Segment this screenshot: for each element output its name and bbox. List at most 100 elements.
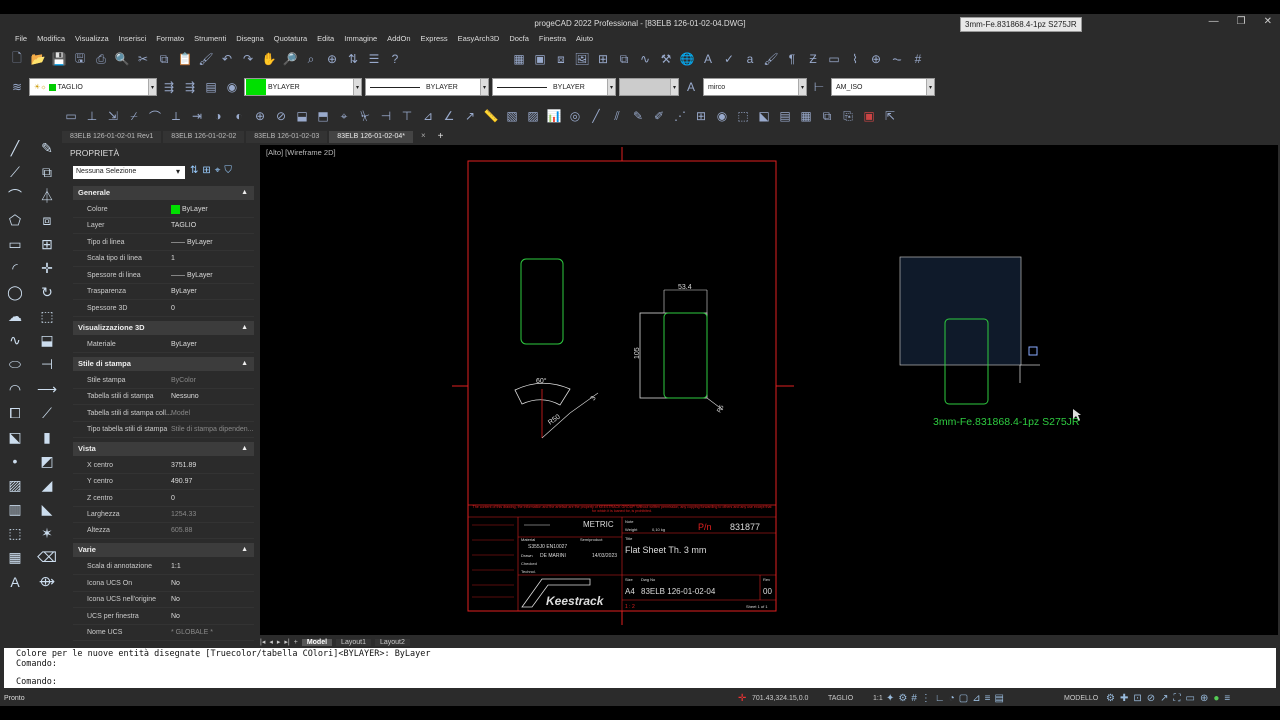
model-space-toggle[interactable]: MODELLO	[1064, 695, 1098, 702]
redo-icon[interactable]: ↷	[239, 50, 257, 68]
chart-icon[interactable]: 📊	[545, 107, 563, 125]
add-icon[interactable]: ⊕	[251, 107, 269, 125]
grid-icon[interactable]: #	[909, 50, 927, 68]
menu-immagine[interactable]: Immagine	[339, 33, 382, 45]
menu-docfa[interactable]: Docfa	[504, 33, 534, 45]
scale-icon[interactable]: ⬚	[38, 308, 56, 326]
match-props-icon[interactable]: 🖌	[197, 50, 215, 68]
section-vis3d[interactable]: Visualizzazione 3D ▲	[73, 321, 254, 335]
doc-tab-active[interactable]: 83ELB 126-01-02-04*	[329, 131, 413, 143]
bulk-icon[interactable]: ▤	[776, 107, 794, 125]
color-wheel-icon[interactable]: ◉	[223, 78, 241, 96]
list-icon[interactable]: ☰	[365, 50, 383, 68]
layer-manager-icon[interactable]: ≋	[8, 78, 26, 96]
red-square-icon[interactable]: ▣	[860, 107, 878, 125]
selection-combo[interactable]: Nessuna Selezione	[73, 166, 185, 179]
zoom-window-icon[interactable]: ⌕	[302, 50, 320, 68]
pages-icon[interactable]: ⧉	[818, 107, 836, 125]
scale-icon[interactable]: ⊘	[272, 107, 290, 125]
lineweight-icon[interactable]: ≡	[985, 693, 991, 704]
section-stampa[interactable]: Stile di stampa ▲	[73, 357, 254, 371]
line-tool-icon[interactable]: ╱	[587, 107, 605, 125]
region-icon[interactable]: ⬚	[6, 525, 24, 543]
export-icon[interactable]: ⇱	[881, 107, 899, 125]
polar-icon[interactable]: ◔	[949, 693, 955, 704]
paste-icon[interactable]: 📋	[176, 50, 194, 68]
prop-row[interactable]: UCS per finestra No	[73, 609, 254, 625]
layer-combo[interactable]: ☀☼ TAGLIO ▾	[29, 78, 157, 96]
menu-addon[interactable]: AddOn	[382, 33, 415, 45]
prop-row[interactable]: Tabella stili di stampa Nessuno	[73, 389, 254, 405]
close-icon[interactable]: ✕	[1264, 16, 1272, 27]
layout-icon[interactable]: ▭	[1186, 693, 1195, 704]
first-tab-icon[interactable]: |◂	[260, 638, 265, 646]
find-text-icon[interactable]: a	[741, 50, 759, 68]
dim-linear-icon[interactable]: ⊤	[398, 107, 416, 125]
linetype-combo[interactable]: BYLAYER ▾	[365, 78, 489, 96]
insert-block-icon[interactable]: ▣	[531, 50, 549, 68]
prop-row[interactable]: Scala di annotazione 1:1	[73, 559, 254, 575]
osnap-icon[interactable]: ▢	[959, 693, 968, 704]
customize-icon[interactable]: ≡	[1224, 693, 1230, 704]
print-icon[interactable]: ⎙	[92, 50, 110, 68]
make-block-icon[interactable]: ⬕	[6, 428, 24, 446]
grid2-icon[interactable]: ▦	[797, 107, 815, 125]
extend-icon[interactable]: ⇥	[188, 107, 206, 125]
menu-quotatura[interactable]: Quotatura	[269, 33, 312, 45]
add-layout-icon[interactable]: +	[294, 639, 298, 646]
prop-row[interactable]: Spessore di linea —— ByLayer	[73, 268, 254, 284]
ellipse-arc-icon[interactable]: ◠	[6, 380, 24, 398]
grip-handle[interactable]	[1028, 346, 1038, 356]
hatch-icon[interactable]: ▧	[503, 107, 521, 125]
tab-layout1[interactable]: Layout1	[336, 638, 371, 646]
text-style-icon[interactable]: A	[682, 78, 700, 96]
quick-select-icon[interactable]: ⌖	[215, 165, 221, 176]
arc2-icon[interactable]: ◜	[6, 259, 24, 277]
prop-row[interactable]: Materiale ByLayer	[73, 337, 254, 353]
spline-icon[interactable]: ∿	[6, 332, 24, 350]
chamfer-icon[interactable]: ◩	[38, 452, 56, 470]
match-icon[interactable]: ⟴	[38, 573, 56, 591]
ruler-icon[interactable]: 📏	[482, 107, 500, 125]
hardware-icon[interactable]: ⊘	[1147, 693, 1155, 704]
prop-row[interactable]: Colore ByLayer	[73, 202, 254, 218]
menu-express[interactable]: Express	[416, 33, 453, 45]
insert-block-icon[interactable]: ⧠	[6, 404, 24, 422]
snap-icon[interactable]: ⌖	[335, 107, 353, 125]
next-tab-icon[interactable]: ▸	[277, 638, 281, 646]
array-icon[interactable]: ⬓	[293, 107, 311, 125]
section-generale[interactable]: Generale ▲	[73, 186, 254, 200]
dim-style-icon[interactable]: ⊢	[810, 78, 828, 96]
attach-icon[interactable]: ⊞	[594, 50, 612, 68]
prop-row[interactable]: Z centro 0	[73, 491, 254, 507]
pencil-icon[interactable]: ✐	[650, 107, 668, 125]
menu-file[interactable]: File	[10, 33, 32, 45]
slot-shape-2[interactable]	[663, 312, 708, 399]
ellipse-icon[interactable]: ⬭	[6, 356, 24, 374]
table-icon[interactable]: ▦	[6, 549, 24, 567]
prop-row[interactable]: Tipo tabella stili di stampa Stile di sta…	[73, 422, 254, 438]
toggle-pickadd-icon[interactable]: ⇅	[190, 165, 198, 176]
text-style-icon[interactable]: ¶	[783, 50, 801, 68]
menu-disegna[interactable]: Disegna	[231, 33, 269, 45]
zoom-realtime-icon[interactable]: 🔎	[281, 50, 299, 68]
layer-prev-icon[interactable]: ⇶	[160, 78, 178, 96]
grid-icon[interactable]: #	[911, 693, 917, 704]
copy-icon[interactable]: ⧉	[155, 50, 173, 68]
wblock-icon[interactable]: ⬚	[734, 107, 752, 125]
layer-iso-icon[interactable]: ⇶	[181, 78, 199, 96]
polygon-icon[interactable]: ⬠	[6, 211, 24, 229]
textstyle-combo[interactable]: mirco ▾	[703, 78, 807, 96]
plotstyle-combo[interactable]: ▾	[619, 78, 679, 96]
region-icon[interactable]: ▨	[524, 107, 542, 125]
ortho-icon[interactable]: ∟	[935, 693, 945, 704]
lock-icon[interactable]: ✚	[1120, 693, 1128, 704]
menu-easyarch3d[interactable]: EasyArch3D	[453, 33, 505, 45]
filter-icon[interactable]: ⛉	[224, 165, 232, 176]
menu-strumenti[interactable]: Strumenti	[189, 33, 231, 45]
prop-row[interactable]: Altezza 605.88	[73, 523, 254, 539]
graph-icon[interactable]: ⏦	[888, 50, 906, 68]
leader-icon[interactable]: ↗	[461, 107, 479, 125]
tab-model[interactable]: Model	[301, 638, 333, 646]
block-icon[interactable]: ▦	[510, 50, 528, 68]
